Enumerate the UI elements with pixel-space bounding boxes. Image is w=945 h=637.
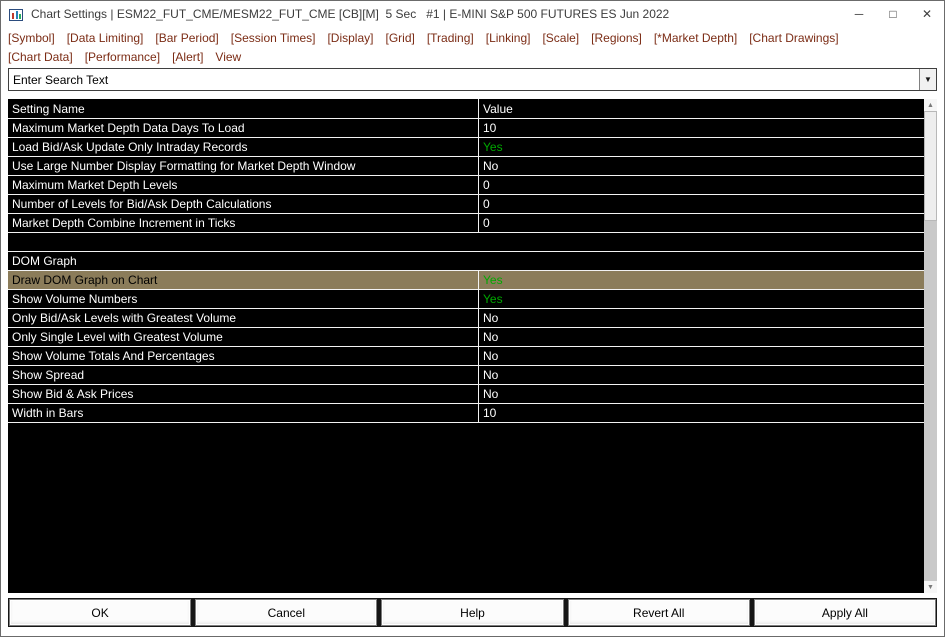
menu-item-performance[interactable]: [Performance] [85, 50, 160, 64]
setting-name-cell: Draw DOM Graph on Chart [8, 271, 479, 289]
setting-value-cell: 0 [483, 197, 490, 211]
settings-table-body: Maximum Market Depth Data Days To Load 10… [8, 119, 924, 593]
setting-name-cell: Only Bid/Ask Levels with Greatest Volume [8, 309, 479, 327]
setting-value-cell: Yes [483, 292, 503, 306]
setting-name-cell: Number of Levels for Bid/Ask Depth Calcu… [8, 195, 479, 213]
empty-row [8, 233, 924, 252]
search-dropdown-button[interactable]: ▼ [919, 69, 936, 90]
setting-value-cell: No [483, 368, 499, 382]
close-button[interactable]: ✕ [910, 1, 944, 26]
menu-item-chart-data[interactable]: [Chart Data] [8, 50, 73, 64]
menu-item-trading[interactable]: [Trading] [427, 31, 474, 45]
apply-all-button[interactable]: Apply All [753, 599, 937, 626]
section-row[interactable]: DOM Graph [8, 252, 924, 271]
table-row[interactable]: Show Bid & Ask Prices No [8, 385, 924, 404]
table-row[interactable]: Load Bid/Ask Update Only Intraday Record… [8, 138, 924, 157]
menu-item-regions[interactable]: [Regions] [591, 31, 642, 45]
minimize-button[interactable]: ─ [842, 1, 876, 26]
table-row[interactable]: Show Volume Numbers Yes [8, 290, 924, 309]
setting-value-cell: No [483, 349, 499, 363]
header-value: Value [483, 101, 513, 116]
setting-value-cell: 10 [483, 406, 497, 420]
setting-value-cell: Yes [483, 273, 503, 287]
window-controls: ─ □ ✕ [842, 1, 944, 26]
setting-name-cell: Show Volume Numbers [8, 290, 479, 308]
table-header-row: Setting Name Value [8, 99, 924, 119]
help-button[interactable]: Help [381, 599, 564, 626]
setting-name-cell: Market Depth Combine Increment in Ticks [8, 214, 479, 232]
scroll-up-icon[interactable]: ▲ [924, 99, 937, 111]
table-row[interactable]: Maximum Market Depth Levels 0 [8, 176, 924, 195]
dialog-button-bar: OK Cancel Help Revert All Apply All [8, 598, 937, 627]
table-row[interactable]: Show Volume Totals And Percentages No [8, 347, 924, 366]
setting-name-cell: Only Single Level with Greatest Volume [8, 328, 479, 346]
menu-item-scale[interactable]: [Scale] [542, 31, 579, 45]
menu-item-view[interactable]: View [215, 50, 241, 64]
table-row[interactable]: Use Large Number Display Formatting for … [8, 157, 924, 176]
section-label: DOM Graph [12, 254, 77, 268]
cancel-button[interactable]: Cancel [195, 599, 378, 626]
revert-all-button[interactable]: Revert All [567, 599, 750, 626]
setting-value-cell: 10 [483, 121, 497, 135]
setting-value-cell: Yes [483, 140, 503, 154]
menu-item-market-depth[interactable]: [*Market Depth] [654, 31, 737, 45]
search-input[interactable] [9, 69, 919, 90]
vertical-scrollbar[interactable]: ▲ ▼ [924, 99, 937, 593]
setting-name-cell: Load Bid/Ask Update Only Intraday Record… [8, 138, 479, 156]
setting-name-cell: Maximum Market Depth Data Days To Load [8, 119, 479, 137]
setting-name-cell: Show Spread [8, 366, 479, 384]
scrollbar-track[interactable] [924, 111, 937, 581]
menu-item-session-times[interactable]: [Session Times] [231, 31, 316, 45]
maximize-button[interactable]: □ [876, 1, 910, 26]
table-row[interactable]: Only Bid/Ask Levels with Greatest Volume… [8, 309, 924, 328]
settings-table-main: Setting Name Value Maximum Market Depth … [8, 99, 924, 593]
header-setting-name: Setting Name [8, 99, 479, 118]
table-row[interactable]: Draw DOM Graph on Chart Yes [8, 271, 924, 290]
setting-value-cell: No [483, 159, 499, 173]
setting-value-cell: No [483, 387, 499, 401]
menu-item-data-limiting[interactable]: [Data Limiting] [67, 31, 144, 45]
chevron-down-icon: ▼ [924, 75, 932, 84]
table-row[interactable]: Only Single Level with Greatest Volume No [8, 328, 924, 347]
setting-value-cell: 0 [483, 178, 490, 192]
setting-value-cell: No [483, 311, 499, 325]
table-row[interactable]: Maximum Market Depth Data Days To Load 10 [8, 119, 924, 138]
menu-row-2: [Chart Data] [Performance] [Alert] View [8, 47, 937, 66]
menu-item-bar-period[interactable]: [Bar Period] [155, 31, 218, 45]
setting-name-cell: Show Bid & Ask Prices [8, 385, 479, 403]
menu-item-display[interactable]: [Display] [327, 31, 373, 45]
ok-button[interactable]: OK [9, 599, 192, 626]
scrollbar-thumb[interactable] [924, 111, 937, 221]
setting-value-cell: No [483, 330, 499, 344]
scroll-down-icon[interactable]: ▼ [924, 581, 937, 593]
setting-name-cell: Width in Bars [8, 404, 479, 422]
chart-settings-window: { "window": { "title": "Chart Settings |… [0, 0, 945, 637]
menu-item-symbol[interactable]: [Symbol] [8, 31, 55, 45]
setting-value-cell: 0 [483, 216, 490, 230]
setting-name-cell: Show Volume Totals And Percentages [8, 347, 479, 365]
setting-name-cell: Use Large Number Display Formatting for … [8, 157, 479, 175]
menu-item-alert[interactable]: [Alert] [172, 50, 203, 64]
table-row[interactable]: Width in Bars 10 [8, 404, 924, 423]
table-row[interactable]: Number of Levels for Bid/Ask Depth Calcu… [8, 195, 924, 214]
menu-item-linking[interactable]: [Linking] [486, 31, 531, 45]
table-row[interactable]: Show Spread No [8, 366, 924, 385]
menu-item-chart-drawings[interactable]: [Chart Drawings] [749, 31, 838, 45]
settings-table: Setting Name Value Maximum Market Depth … [8, 99, 937, 593]
menu-row-1: [Symbol] [Data Limiting] [Bar Period] [Sess… [8, 28, 937, 47]
app-icon [9, 8, 23, 21]
table-row[interactable]: Market Depth Combine Increment in Ticks 0 [8, 214, 924, 233]
title-bar: Chart Settings | ESM22_FUT_CME/MESM22_FU… [1, 1, 944, 26]
menu-item-grid[interactable]: [Grid] [385, 31, 414, 45]
menu-bar: [Symbol] [Data Limiting] [Bar Period] [Sess… [1, 26, 944, 66]
section-label [8, 233, 924, 251]
window-title: Chart Settings | ESM22_FUT_CME/MESM22_FU… [31, 6, 670, 21]
setting-name-cell: Maximum Market Depth Levels [8, 176, 479, 194]
search-combobox[interactable]: ▼ [8, 68, 937, 91]
